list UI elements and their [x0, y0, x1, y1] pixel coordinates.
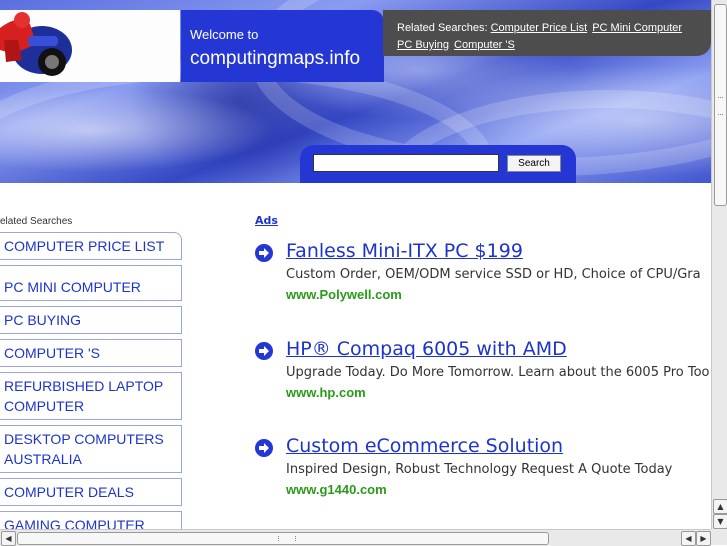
related-link-computer-s[interactable]: Computer 'S [454, 39, 515, 51]
ad-url-link[interactable]: www.Polywell.com [286, 287, 402, 302]
ad-item: HP® Compaq 6005 with AMD Upgrade Today. … [255, 338, 711, 404]
ads-label[interactable]: Ads [255, 214, 278, 227]
ad-item: Fanless Mini-ITX PC $199 Custom Order, O… [255, 240, 711, 306]
ad-item: Custom eCommerce Solution Inspired Desig… [255, 435, 711, 501]
welcome-banner: Welcome to computingmaps.info [181, 10, 384, 82]
sidebar-item-computer-price-list[interactable]: COMPUTER PRICE LIST [0, 232, 182, 260]
vertical-scrollbar[interactable]: ▲ ▼ [711, 0, 727, 529]
scroll-left-icon[interactable]: ◀ [681, 531, 696, 546]
vertical-scroll-thumb[interactable] [714, 4, 727, 206]
sidebar-item-gaming-computer[interactable]: GAMING COMPUTER [0, 511, 182, 531]
arrow-right-circle-icon [255, 439, 273, 457]
ad-url-link[interactable]: www.hp.com [286, 385, 366, 400]
related-link-pc-buying[interactable]: PC Buying [397, 39, 449, 51]
site-logo[interactable] [0, 10, 180, 82]
scroll-right-icon[interactable]: ▶ [696, 531, 711, 546]
sidebar-title: elated Searches [0, 216, 73, 227]
ad-description: Upgrade Today. Do More Tomorrow. Learn a… [286, 365, 710, 380]
scroll-left-icon[interactable]: ◀ [1, 531, 16, 546]
sidebar-item-pc-mini-computer[interactable]: PC MINI COMPUTER [0, 265, 182, 301]
search-input[interactable] [313, 154, 499, 172]
welcome-text: Welcome to [190, 27, 259, 42]
ad-description: Custom Order, OEM/ODM service SSD or HD,… [286, 267, 701, 282]
site-name[interactable]: computingmaps.info [190, 48, 360, 70]
horizontal-scrollbar[interactable]: ◀ ◀ ▶ [0, 529, 711, 546]
ad-url-link[interactable]: www.g1440.com [286, 482, 387, 497]
header: Welcome to computingmaps.info Related Se… [0, 0, 711, 183]
motorcycle-rider-icon [0, 12, 72, 76]
sidebar-item-computer-deals[interactable]: COMPUTER DEALS [0, 478, 182, 506]
scroll-down-icon[interactable]: ▼ [713, 514, 727, 529]
search-panel: Search [300, 145, 576, 183]
sidebar-item-pc-buying[interactable]: PC BUYING [0, 306, 182, 334]
search-button[interactable]: Search [507, 155, 561, 172]
arrow-right-circle-icon [255, 244, 273, 262]
scrollbar-corner [711, 529, 727, 545]
scroll-up-icon[interactable]: ▲ [713, 499, 727, 514]
related-searches-sidebar: COMPUTER PRICE LIST PC MINI COMPUTER PC … [0, 232, 182, 536]
horizontal-scroll-thumb[interactable] [17, 532, 549, 545]
ad-title-link[interactable]: Fanless Mini-ITX PC $199 [286, 240, 523, 262]
sidebar-item-refurbished-laptop-computer[interactable]: REFURBISHED LAPTOP COMPUTER [0, 372, 182, 420]
sidebar-item-desktop-computers-australia[interactable]: DESKTOP COMPUTERS AUSTRALIA [0, 425, 182, 473]
arrow-right-circle-icon [255, 342, 273, 360]
related-link-computer-price-list[interactable]: Computer Price List [491, 22, 588, 34]
related-searches-label: Related Searches: [397, 22, 488, 34]
related-link-pc-mini-computer[interactable]: PC Mini Computer [592, 22, 682, 34]
ad-description: Inspired Design, Robust Technology Reque… [286, 462, 673, 477]
sidebar-item-computer-s[interactable]: COMPUTER 'S [0, 339, 182, 367]
ad-title-link[interactable]: HP® Compaq 6005 with AMD [286, 338, 567, 360]
related-searches-header: Related Searches: Computer Price List PC… [383, 10, 711, 56]
ad-title-link[interactable]: Custom eCommerce Solution [286, 435, 563, 457]
